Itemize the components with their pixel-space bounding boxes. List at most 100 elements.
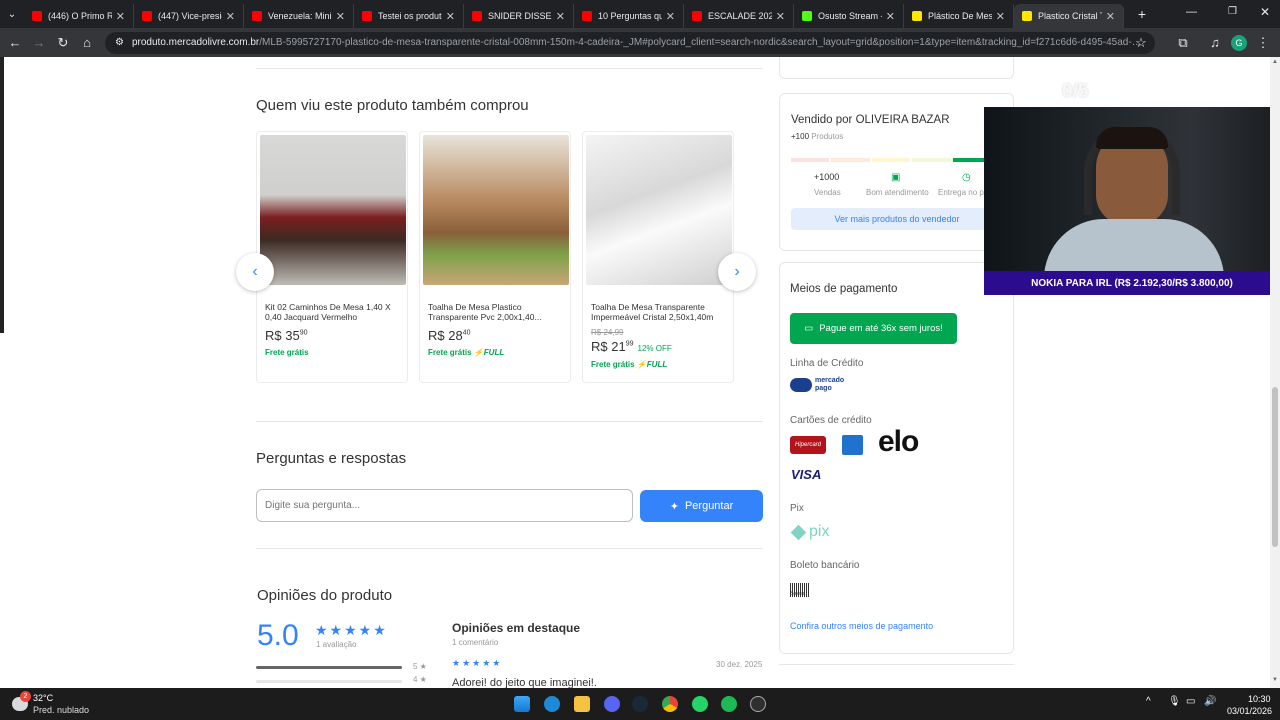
- installments-button[interactable]: ▭ Pague em até 36x sem juros!: [790, 313, 957, 344]
- other-payment-link[interactable]: Confira outros meios de pagamento: [790, 621, 933, 631]
- tab-title: ESCALADE 2025 S: [708, 11, 772, 21]
- tab-close-icon[interactable]: ✕: [556, 10, 565, 23]
- product-price: R$ 2840: [428, 328, 471, 343]
- product-image[interactable]: [260, 135, 406, 285]
- reload-icon[interactable]: ↻: [51, 35, 75, 51]
- browser-tab[interactable]: Venezuela: Minist ✕: [244, 4, 354, 28]
- product-old-price: R$ 24,99: [591, 328, 624, 337]
- bookmark-star-icon[interactable]: ☆: [1129, 35, 1153, 51]
- tab-close-icon[interactable]: ✕: [996, 10, 1005, 23]
- steam-icon[interactable]: [632, 696, 648, 712]
- browser-tab[interactable]: Plastico Cristal Tra ✕: [1014, 4, 1124, 28]
- browser-tab-bar: ⌄ (446) O Primo Ric✕(447) Vice-preside✕V…: [0, 0, 1280, 28]
- clock-date[interactable]: 03/01/2026: [1227, 706, 1272, 716]
- tab-close-icon[interactable]: ✕: [1106, 10, 1115, 23]
- product-shipping: Frete grátis ⚡FULL: [428, 348, 505, 357]
- restore-icon[interactable]: ❐: [1228, 6, 1237, 17]
- browser-tab[interactable]: (447) Vice-preside ✕: [134, 4, 244, 28]
- tab-title: Venezuela: Minist: [268, 11, 332, 21]
- product-card[interactable]: Kit 02 Caminhos De Mesa 1,40 X 0,40 Jacq…: [256, 131, 408, 383]
- url-domain: produto.mercadolivre.com.br: [131, 37, 260, 48]
- tab-close-icon[interactable]: ✕: [226, 10, 235, 23]
- microphone-icon[interactable]: 🎙: [1168, 696, 1181, 707]
- product-image[interactable]: [423, 135, 569, 285]
- site-info-icon[interactable]: ⚙: [115, 37, 124, 48]
- close-window-icon[interactable]: ✕: [1260, 5, 1270, 19]
- rating-bar-4: [256, 680, 402, 683]
- visa-logo: VISA: [791, 467, 822, 482]
- windows-taskbar: 2 32°C Pred. nublado ^ 🎙 ▭ 🔊 10:30 03/01…: [0, 688, 1280, 720]
- tab-close-icon[interactable]: ✕: [666, 10, 675, 23]
- home-icon[interactable]: ⌂: [75, 35, 99, 50]
- weather-temp: 32°C: [33, 693, 54, 703]
- questions-title: Perguntas e respostas: [256, 450, 407, 467]
- tab-title: Testei os produto: [378, 11, 442, 21]
- browser-tab[interactable]: ESCALADE 2025 S ✕: [684, 4, 794, 28]
- menu-kebab-icon[interactable]: ⋮: [1251, 35, 1275, 51]
- browser-tab[interactable]: Plástico De Mesa ✕: [904, 4, 1014, 28]
- page-scrollbar[interactable]: ▲ ▼: [1270, 57, 1280, 688]
- scrollbar-thumb[interactable]: [1272, 387, 1278, 547]
- tab-search-chevron-icon[interactable]: ⌄: [0, 9, 24, 20]
- browser-tab[interactable]: Testei os produto ✕: [354, 4, 464, 28]
- minimize-icon[interactable]: —: [1186, 6, 1197, 18]
- address-bar[interactable]: ⚙ produto.mercadolivre.com.br /MLB-59957…: [105, 31, 1155, 54]
- product-image[interactable]: [586, 135, 732, 285]
- media-icon[interactable]: ♫: [1203, 35, 1227, 50]
- tab-close-icon[interactable]: ✕: [116, 10, 125, 23]
- chrome-icon[interactable]: [662, 696, 678, 712]
- tab-favicon-icon: [582, 11, 592, 21]
- rating-bar-4-label: 4 ★: [413, 675, 427, 684]
- profile-avatar[interactable]: G: [1231, 34, 1247, 51]
- ask-button[interactable]: ✦ Perguntar: [640, 490, 763, 522]
- edge-icon[interactable]: [544, 696, 560, 712]
- tab-close-icon[interactable]: ✕: [776, 10, 785, 23]
- top-box-fragment: [779, 57, 1014, 79]
- extensions-icon[interactable]: ⧉: [1171, 35, 1195, 51]
- product-card[interactable]: Toalha De Mesa Plastico Transparente Pvc…: [419, 131, 571, 383]
- browser-tab[interactable]: (446) O Primo Ric ✕: [24, 4, 134, 28]
- new-tab-plus-icon[interactable]: +: [1130, 6, 1154, 22]
- forward-arrow-icon[interactable]: →: [27, 35, 51, 50]
- scrollbar-up-arrow-icon[interactable]: ▲: [1272, 59, 1278, 65]
- carousel-next-button[interactable]: ›: [718, 253, 756, 291]
- question-input[interactable]: [256, 489, 633, 522]
- back-arrow-icon[interactable]: ←: [3, 35, 27, 50]
- tray-chevron-icon[interactable]: ^: [1146, 696, 1151, 707]
- sparkle-icon: ✦: [669, 500, 679, 513]
- tab-close-icon[interactable]: ✕: [336, 10, 345, 23]
- rating-bar-5: [256, 666, 402, 669]
- clock-time[interactable]: 10:30: [1248, 694, 1271, 704]
- browser-tab[interactable]: Osusto Stream - ✕: [794, 4, 904, 28]
- spotify-icon[interactable]: [721, 696, 737, 712]
- browser-tab[interactable]: 10 Perguntas que ✕: [574, 4, 684, 28]
- tab-close-icon[interactable]: ✕: [886, 10, 895, 23]
- tab-favicon-icon: [32, 11, 42, 21]
- pix-logo: pix: [790, 523, 829, 541]
- discord-icon[interactable]: [604, 696, 620, 712]
- seller-more-products-button[interactable]: Ver mais produtos do vendedor: [791, 208, 1003, 230]
- file-explorer-icon[interactable]: [574, 696, 590, 712]
- tab-title: SNIDER DISSE NÃ: [488, 11, 552, 21]
- tab-title: (446) O Primo Ric: [48, 11, 112, 21]
- pix-diamond-icon: [790, 524, 807, 540]
- product-title[interactable]: Kit 02 Caminhos De Mesa 1,40 X 0,40 Jacq…: [265, 302, 403, 322]
- tab-favicon-icon: [912, 11, 922, 21]
- tab-close-icon[interactable]: ✕: [446, 10, 455, 23]
- scrollbar-down-arrow-icon[interactable]: ▼: [1272, 677, 1278, 683]
- tab-title: Plástico De Mesa: [928, 11, 992, 21]
- volume-icon[interactable]: 🔊: [1204, 696, 1216, 707]
- review-text: Adorei! do jeito que imaginei!.: [452, 677, 597, 688]
- product-title[interactable]: Toalha De Mesa Transparente Impermeável …: [591, 302, 729, 322]
- browser-tab[interactable]: SNIDER DISSE NÃ ✕: [464, 4, 574, 28]
- product-card[interactable]: Toalha De Mesa Transparente Impermeável …: [582, 131, 734, 383]
- whatsapp-icon[interactable]: [692, 696, 708, 712]
- tab-title: (447) Vice-preside: [158, 11, 222, 21]
- obs-icon[interactable]: [750, 696, 766, 712]
- windows-start-icon[interactable]: [514, 696, 530, 712]
- network-icon[interactable]: ▭: [1186, 696, 1195, 707]
- product-title[interactable]: Toalha De Mesa Plastico Transparente Pvc…: [428, 302, 566, 322]
- carousel-prev-button[interactable]: ‹: [236, 253, 274, 291]
- mercado-pago-logo: mercado pago: [790, 377, 849, 393]
- webcam-overlay: [984, 107, 1280, 271]
